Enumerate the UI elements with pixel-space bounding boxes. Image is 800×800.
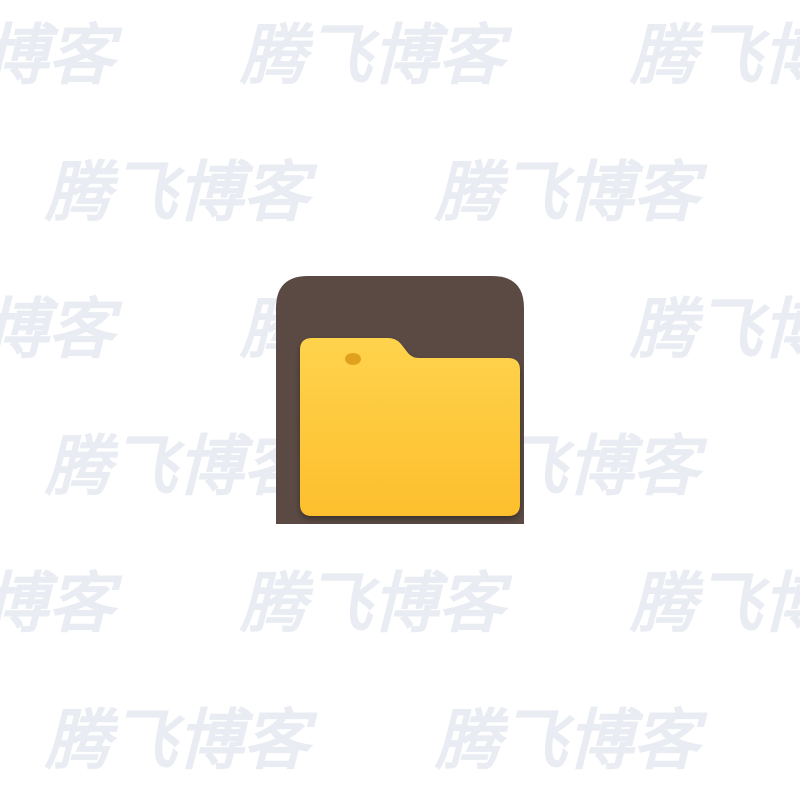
watermark-text: 腾飞博客 [44,154,318,231]
watermark-text: 腾飞博客 [0,565,123,642]
watermark-text: 腾飞博客 [629,291,800,368]
folder-latch [345,353,361,365]
watermark-text: 腾飞博客 [434,154,708,231]
canvas: 腾飞博客腾飞博客腾飞博客腾飞博客腾飞博客腾飞博客腾飞博客腾飞博客腾飞博客腾飞博客… [0,0,800,800]
folder-app-icon[interactable] [276,276,524,524]
watermark-text: 腾飞博客 [0,291,123,368]
watermark-text: 腾飞博客 [239,17,513,94]
watermark-text: 腾飞博客 [629,565,800,642]
folder-body [300,338,520,516]
folder-icon [276,276,524,524]
watermark-text: 腾飞博客 [239,565,513,642]
watermark-text: 腾飞博客 [629,17,800,94]
watermark-text: 腾飞博客 [0,17,123,94]
watermark-text: 腾飞博客 [44,702,318,779]
watermark-text: 腾飞博客 [434,702,708,779]
